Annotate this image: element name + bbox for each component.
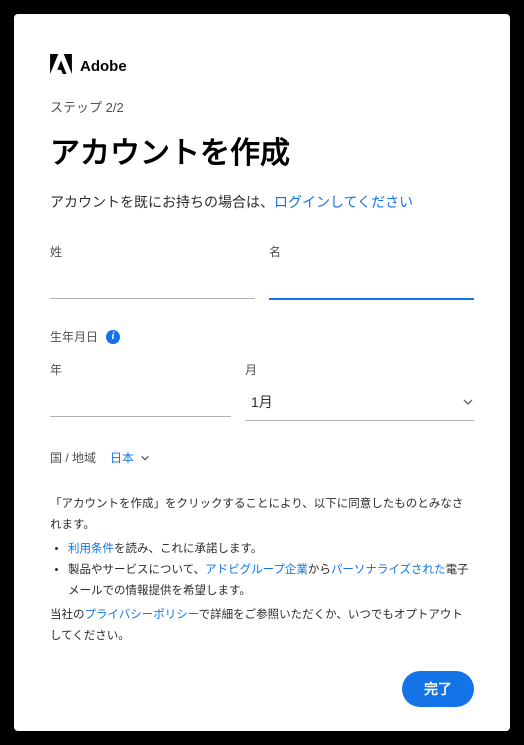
- year-input[interactable]: [50, 386, 231, 417]
- month-value: 1月: [245, 392, 273, 412]
- region-value-text: 日本: [110, 449, 134, 466]
- dob-header: 生年月日 i: [50, 328, 474, 345]
- terms-link[interactable]: 利用条件: [68, 543, 114, 555]
- brand-row: Adobe: [50, 54, 474, 79]
- step-indicator: ステップ 2/2: [50, 97, 474, 116]
- chevron-down-icon: [140, 453, 150, 463]
- legal-bullets: 利用条件を読み、これに承諾します。 製品やサービスについて、アドビグループ企業か…: [50, 539, 474, 603]
- last-name-label: 姓: [50, 243, 255, 260]
- legal-intro: 「アカウントを作成」をクリックすることにより、以下に同意したものとみなされます。: [50, 494, 474, 537]
- button-row: 完了: [50, 671, 474, 707]
- legal-bullet-marketing: 製品やサービスについて、アドビグループ企業からパーソナライズされた電子メールでの…: [68, 560, 474, 603]
- privacy-policy-link[interactable]: プライバシーポリシー: [85, 609, 199, 621]
- dob-row: 年 月 1月: [50, 361, 474, 421]
- prompt-prefix: アカウントを既にお持ちの場合は、: [50, 194, 274, 210]
- existing-account-prompt: アカウントを既にお持ちの場合は、ログインしてください: [50, 190, 474, 215]
- first-name-input[interactable]: [269, 268, 474, 300]
- name-row: 姓 名: [50, 243, 474, 300]
- personalized-link[interactable]: パーソナライズされた: [331, 564, 446, 576]
- first-name-field: 名: [269, 243, 474, 300]
- region-label: 国 / 地域: [50, 449, 96, 466]
- chevron-down-icon: [462, 396, 474, 408]
- legal-footer: 当社のプライバシーポリシーで詳細をご参照いただくか、いつでもオプトアウトしてくだ…: [50, 605, 474, 648]
- adobe-logo-icon: [50, 54, 72, 79]
- adobe-group-link[interactable]: アドビグループ企業: [205, 564, 308, 576]
- brand-name: Adobe: [80, 58, 127, 75]
- month-label: 月: [245, 361, 474, 378]
- year-label: 年: [50, 361, 231, 378]
- last-name-field: 姓: [50, 243, 255, 300]
- signup-card: Adobe ステップ 2/2 アカウントを作成 アカウントを既にお持ちの場合は、…: [14, 14, 510, 731]
- page-title: アカウントを作成: [50, 128, 474, 172]
- done-button[interactable]: 完了: [402, 671, 474, 707]
- first-name-label: 名: [269, 243, 474, 260]
- month-field: 月 1月: [245, 361, 474, 421]
- dob-label: 生年月日: [50, 328, 98, 345]
- last-name-input[interactable]: [50, 268, 255, 299]
- region-select[interactable]: 日本: [110, 449, 150, 466]
- region-row: 国 / 地域 日本: [50, 449, 474, 466]
- year-field: 年: [50, 361, 231, 421]
- legal-bullet-terms: 利用条件を読み、これに承諾します。: [68, 539, 474, 560]
- legal-text: 「アカウントを作成」をクリックすることにより、以下に同意したものとみなされます。…: [50, 494, 474, 647]
- login-link[interactable]: ログインしてください: [274, 194, 413, 210]
- info-icon[interactable]: i: [106, 330, 120, 344]
- month-select[interactable]: 1月: [245, 386, 474, 421]
